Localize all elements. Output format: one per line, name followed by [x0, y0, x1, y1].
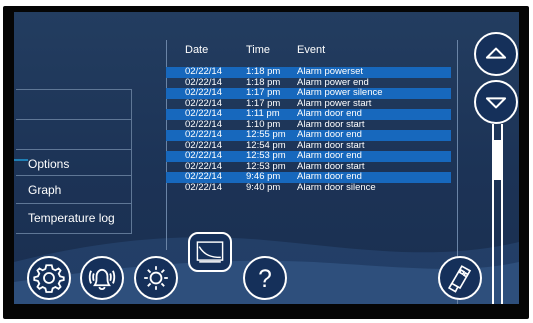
graph-icon [196, 241, 224, 263]
cell-date: 02/22/14 [185, 181, 222, 193]
cell-time: 12:55 pm [246, 129, 286, 140]
help-symbol: ? [258, 266, 272, 293]
cell-date: 02/22/14 [185, 66, 222, 77]
cell-event: Alarm powerset [297, 66, 363, 77]
column-header-event: Event [297, 44, 326, 56]
brightness-icon [144, 266, 168, 290]
column-header-time: Time [246, 44, 271, 56]
touch-screen: Options Graph Temperature log Date Time … [14, 12, 519, 304]
cell-date: 02/22/14 [185, 150, 222, 161]
table-row[interactable]: 02/22/14 12:53 pm Alarm door end [166, 150, 451, 162]
help-icon: ? [258, 266, 272, 293]
cell-event: Alarm door end [297, 171, 362, 182]
cell-date: 02/22/14 [185, 87, 222, 98]
cell-date: 02/22/14 [185, 129, 222, 140]
table-row[interactable]: 02/22/14 12:55 pm Alarm door end [166, 129, 451, 141]
options-blank-slot-2 [16, 119, 132, 149]
cell-date: 02/22/14 [185, 108, 222, 119]
options-blank-slot-1 [16, 89, 132, 119]
table-row[interactable]: 02/22/14 1:18 pm Alarm powerset [166, 66, 451, 78]
cell-time: 12:53 pm [246, 150, 286, 161]
table-row[interactable]: 02/22/14 9:40 pm Alarm door silence [166, 181, 451, 194]
settings-button[interactable] [27, 256, 71, 300]
alarm-bell-icon [88, 268, 116, 291]
cell-event: Alarm power silence [297, 87, 383, 98]
scrollbar-thumb[interactable] [494, 140, 501, 180]
scroll-down-icon [485, 97, 507, 109]
event-list: 02/22/14 1:18 pm Alarm powerset 02/22/14 1:1… [166, 66, 451, 194]
scroll-up-button[interactable] [474, 32, 518, 76]
scroll-down-button[interactable] [474, 80, 518, 124]
options-divider [16, 233, 132, 234]
usb-icon [447, 265, 472, 293]
brightness-button[interactable] [134, 256, 178, 300]
table-row[interactable]: 02/22/14 1:11 pm Alarm door end [166, 108, 451, 120]
cell-event: Alarm door end [297, 129, 362, 140]
cell-time: 1:18 pm [246, 66, 281, 77]
cell-time: 1:17 pm [246, 87, 281, 98]
cell-date: 02/22/14 [185, 171, 222, 182]
menu-item-graph[interactable]: Graph [16, 175, 132, 205]
usb-export-button[interactable] [438, 256, 482, 300]
alarm-button[interactable] [80, 256, 124, 300]
cell-time: 9:46 pm [246, 171, 281, 182]
cell-event: Alarm door silence [297, 181, 376, 193]
gear-icon [33, 264, 65, 293]
cell-event: Alarm door end [297, 108, 362, 119]
menu-item-temperature-log[interactable]: Temperature log [16, 203, 132, 233]
help-button[interactable]: ? [243, 256, 287, 300]
scroll-up-icon [485, 47, 507, 59]
table-row[interactable]: 02/22/14 9:46 pm Alarm door end [166, 171, 451, 183]
cell-time: 1:11 pm [246, 108, 280, 119]
table-row[interactable]: 02/22/14 1:17 pm Alarm power silence [166, 87, 451, 99]
graph-button[interactable] [188, 232, 232, 272]
column-header-date: Date [185, 44, 209, 56]
cell-time: 9:40 pm [246, 181, 281, 193]
cell-event: Alarm door end [297, 150, 362, 161]
